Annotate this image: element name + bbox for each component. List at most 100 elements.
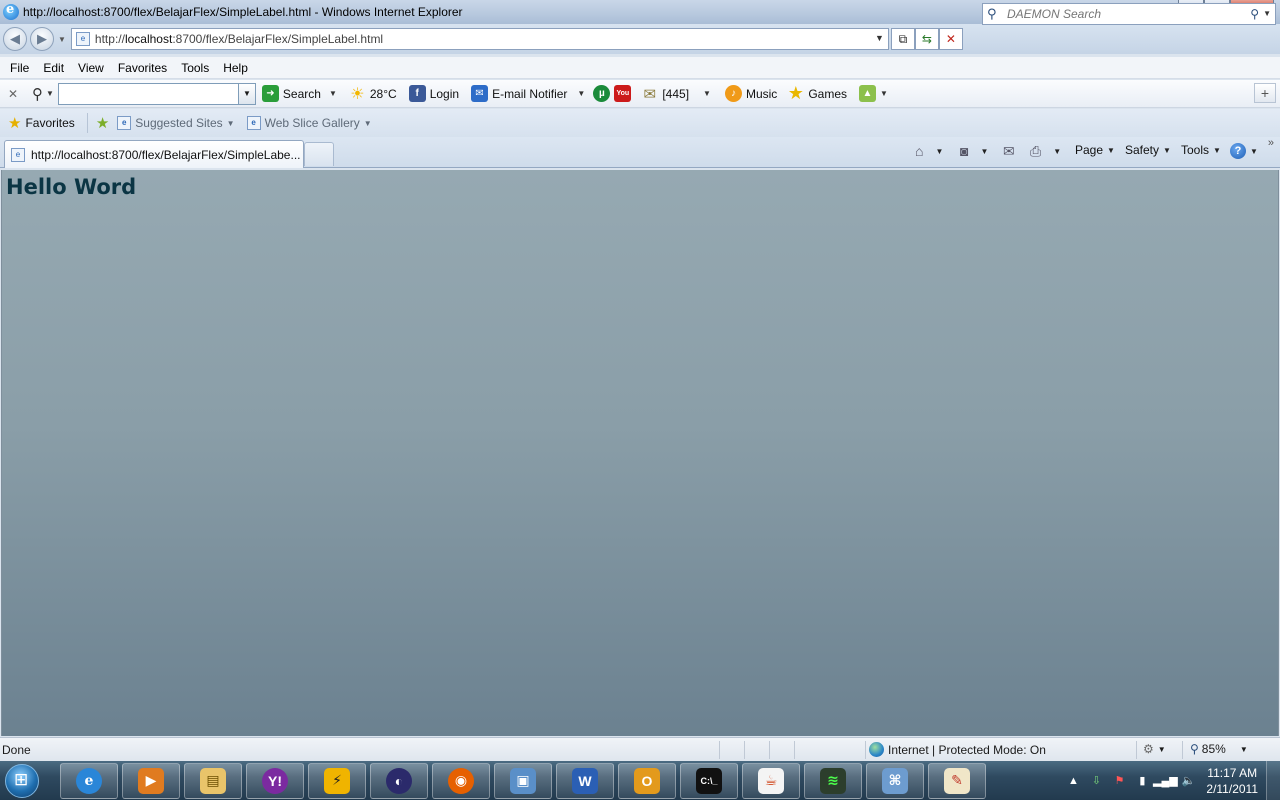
network-signal-icon[interactable]: ▂▄▆ [1153, 773, 1178, 789]
media-player-icon: ▶ [138, 767, 164, 794]
address-dropdown-icon[interactable]: ▼ [875, 33, 884, 43]
messages-button[interactable]: ✉ [445] [641, 85, 690, 103]
taskbar-app-file-explorer[interactable]: ▤ [184, 762, 242, 799]
print-dropdown[interactable]: ▼ [1053, 147, 1061, 156]
addon-toolbar: ✕ ⚲ ▼ ▼ ➜ Search ▼ ☀ 28°C f Login ✉ E-mail N… [0, 80, 1280, 108]
feeds-dropdown[interactable]: ▼ [980, 147, 988, 156]
feeds-button[interactable]: ◙ ▼ [960, 143, 988, 159]
taskbar-app-network[interactable]: ⌘ [866, 762, 924, 799]
new-tab-button[interactable] [304, 142, 334, 166]
taskbar-app-word[interactable]: W [556, 762, 614, 799]
taskbar-app-media-player[interactable]: ▶ [122, 762, 180, 799]
home-dropdown[interactable]: ▼ [935, 147, 943, 156]
utorrent-button[interactable]: µ [593, 85, 614, 102]
toolbar-options-button[interactable]: ▲ [859, 85, 880, 102]
toolbar-search-dropdown[interactable]: ▼ [46, 89, 54, 98]
address-url[interactable]: http://localhost:8700/flex/BelajarFlex/S… [95, 32, 383, 46]
search-box[interactable]: ⚲ ⚲ ▼ [982, 3, 1276, 25]
close-toolbar-icon[interactable]: ✕ [8, 87, 20, 101]
favorites-button[interactable]: ★ Favorites [8, 114, 75, 132]
taskbar-app-eclipse[interactable]: ◐ [370, 762, 428, 799]
help-menu[interactable]: ? ▼ [1230, 143, 1258, 159]
pop-up-status-button[interactable]: ⚙ ▼ [1143, 742, 1166, 756]
show-hidden-icons-button[interactable]: ▲ [1065, 773, 1081, 789]
taskbar-app-winamp[interactable]: ⚡ [308, 762, 366, 799]
messages-dropdown[interactable]: ▼ [703, 89, 711, 98]
taskbar-app-command-prompt[interactable]: C:\_ [680, 762, 738, 799]
toolbar-input-dropdown[interactable]: ▼ [237, 83, 255, 104]
action-center-icon[interactable]: ⚑ [1111, 773, 1127, 789]
page-menu[interactable]: Page ▼ [1075, 143, 1115, 157]
address-bar[interactable]: e http://localhost:8700/flex/BelajarFlex… [70, 28, 889, 50]
virtualbox-icon: ▣ [510, 767, 536, 794]
status-separator [1136, 741, 1137, 759]
safety-menu[interactable]: Safety ▼ [1125, 143, 1171, 157]
menu-help[interactable]: Help [216, 61, 255, 75]
email-notifier-dropdown[interactable]: ▼ [577, 89, 585, 98]
sun-icon: ☀ [350, 85, 365, 103]
status-bar: Done Internet | Protected Mode: On ⚙ ▼ ⚲ 8… [0, 737, 1280, 761]
menu-view[interactable]: View [71, 61, 111, 75]
menu-file[interactable]: File [3, 61, 36, 75]
add-to-favorites-bar-button[interactable]: ★ [96, 114, 113, 132]
mail-icon: ✉ [1003, 143, 1015, 159]
toolbar-search-input[interactable]: ▼ [57, 82, 256, 105]
show-desktop-button[interactable] [1266, 761, 1280, 800]
utorrent-icon: µ [593, 85, 611, 102]
recent-pages-dropdown[interactable]: ▼ [58, 35, 66, 44]
menu-edit[interactable]: Edit [36, 61, 71, 75]
search-input[interactable] [1007, 7, 1247, 21]
chevron-down-icon: ▼ [1107, 145, 1115, 155]
youtube-button[interactable]: You [614, 85, 635, 102]
internet-explorer-icon: e [76, 767, 102, 794]
power-icon[interactable]: ▮ [1134, 773, 1150, 789]
taskbar-app-internet-explorer[interactable]: e [60, 762, 118, 799]
taskbar-app-task-manager[interactable]: ≋ [804, 762, 862, 799]
menu-tools[interactable]: Tools [174, 61, 216, 75]
weather-button[interactable]: ☀ 28°C [349, 85, 396, 103]
rss-icon: ◙ [960, 143, 969, 159]
zoom-control[interactable]: ⚲ 85% ▼ [1190, 742, 1248, 756]
games-button[interactable]: ★ Games [787, 83, 847, 103]
favorites-bar: ★ Favorites ★ e Suggested Sites ▼ e Web Slic… [0, 109, 1280, 137]
read-mail-button[interactable]: ✉ [1003, 143, 1015, 160]
stop-icon[interactable]: ✕ [938, 28, 963, 50]
menu-favorites[interactable]: Favorites [111, 61, 174, 75]
music-icon: ♪ [724, 85, 742, 102]
start-button[interactable] [0, 761, 44, 800]
tools-menu[interactable]: Tools ▼ [1181, 143, 1221, 157]
music-button[interactable]: ♪ Music [724, 85, 777, 102]
tab-simple-label[interactable]: e http://localhost:8700/flex/BelajarFlex… [4, 140, 304, 168]
safely-remove-icon[interactable]: ⇩ [1088, 773, 1104, 789]
back-button[interactable]: ◀ [3, 27, 27, 51]
home-button[interactable]: ⌂ ▼ [915, 143, 943, 159]
taskbar-app-paint[interactable]: ✎ [928, 762, 986, 799]
email-notifier-button[interactable]: ✉ E-mail Notifier [471, 85, 567, 102]
clock[interactable]: 11:17 AM 2/11/2011 [1206, 765, 1258, 797]
add-toolbar-button[interactable]: + [1254, 83, 1276, 103]
taskbar-app-outlook[interactable]: O [618, 762, 676, 799]
security-zone[interactable]: Internet | Protected Mode: On [869, 742, 1046, 757]
refresh-icon[interactable]: ⇆ [914, 28, 939, 50]
search-button-dropdown[interactable]: ▼ [329, 89, 337, 98]
facebook-login-button[interactable]: f Login [408, 85, 459, 102]
compatibility-view-icon[interactable]: ⧉ [890, 28, 915, 50]
taskbar-app-virtualbox[interactable]: ▣ [494, 762, 552, 799]
taskbar-app-firefox[interactable]: ◉ [432, 762, 490, 799]
command-bar-overflow-icon[interactable]: » [1268, 137, 1274, 149]
volume-icon[interactable]: 🔈 [1180, 773, 1196, 789]
toolbar-options-dropdown[interactable]: ▼ [880, 89, 888, 98]
print-button[interactable]: ⎙ ▼ [1030, 143, 1061, 160]
facebook-icon: f [408, 85, 426, 102]
forward-button[interactable]: ▶ [30, 27, 54, 51]
search-options-dropdown[interactable]: ▼ [1263, 9, 1271, 18]
taskbar-app-yahoo-messenger[interactable]: Y! [246, 762, 304, 799]
toolbar-search-icon[interactable]: ⚲ [32, 85, 43, 103]
toolbar-search-button[interactable]: ➜ Search [261, 85, 321, 102]
web-slice-gallery-link[interactable]: e Web Slice Gallery ▼ [246, 116, 372, 130]
chevron-down-icon: ▼ [363, 118, 372, 128]
search-go-icon[interactable]: ⚲ [1250, 7, 1259, 21]
forward-arrow-icon: ▶ [37, 31, 47, 46]
taskbar-app-java[interactable]: ☕ [742, 762, 800, 799]
suggested-sites-link[interactable]: e Suggested Sites ▼ [117, 116, 235, 130]
